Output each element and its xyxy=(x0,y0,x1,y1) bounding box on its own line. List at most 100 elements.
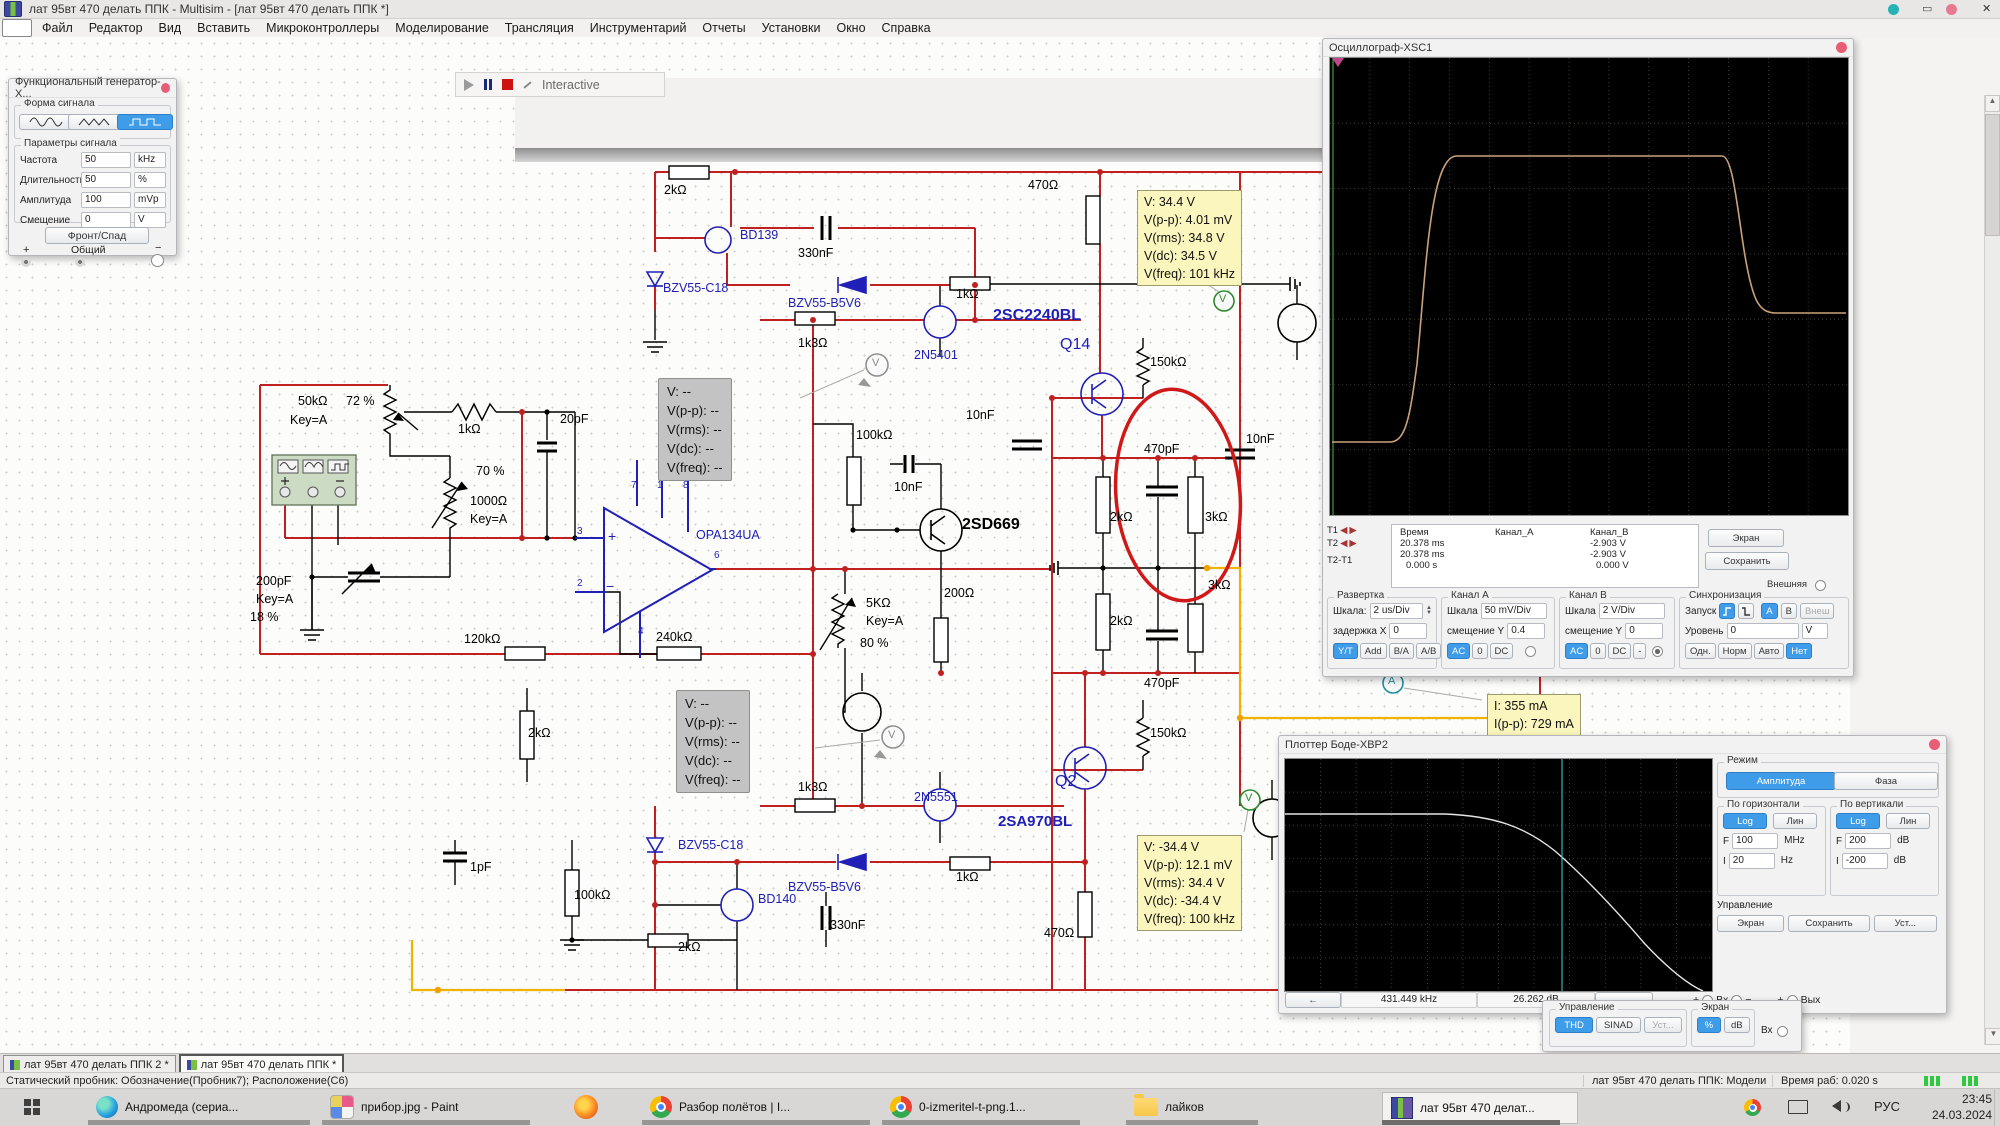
chb-dc-button[interactable]: DC xyxy=(1608,643,1632,659)
v-log-button[interactable]: Log xyxy=(1836,813,1880,829)
clock[interactable]: 23:45 24.03.2024 xyxy=(1918,1091,1992,1123)
run-button[interactable] xyxy=(464,79,474,91)
tray-chrome-icon[interactable] xyxy=(1744,1099,1761,1116)
tb-spinner[interactable]: ▲▼ xyxy=(1426,606,1432,616)
amplitude-unit[interactable]: mVp xyxy=(134,192,166,208)
v-i-unit[interactable]: dB xyxy=(1891,854,1921,868)
trigger-auto-button[interactable]: Авто xyxy=(1754,643,1785,659)
trigger-b-button[interactable]: B xyxy=(1781,603,1797,619)
duty-unit[interactable]: % xyxy=(134,172,166,188)
offset-unit[interactable]: V xyxy=(134,212,166,228)
freq-input[interactable]: 50 xyxy=(81,152,131,168)
cha-scale-input[interactable]: 50 mV/Div xyxy=(1481,603,1547,619)
trigger-ext-button[interactable]: Внеш xyxy=(1800,603,1835,619)
t1-left-icon[interactable]: ◀ xyxy=(1340,525,1347,536)
freq-unit[interactable]: kHz xyxy=(134,152,166,168)
amplitude-input[interactable]: 100 xyxy=(81,192,131,208)
v-i-input[interactable]: -200 xyxy=(1842,853,1888,869)
v-f-unit[interactable]: dB xyxy=(1894,834,1924,848)
trigger-level-unit[interactable]: V xyxy=(1802,623,1828,639)
triangle-wave-button[interactable] xyxy=(68,114,122,130)
function-generator-window[interactable]: Функциональный генератор-X... Форма сигн… xyxy=(8,78,177,256)
chb-minus-button[interactable]: - xyxy=(1633,643,1646,659)
h-f-unit[interactable]: MHz xyxy=(1781,834,1815,848)
sinad-button[interactable]: SINAD xyxy=(1596,1017,1641,1033)
plus-terminal[interactable] xyxy=(21,257,31,267)
taskbar-app-chrome-2[interactable]: 0-izmeritel-t-png.1... xyxy=(882,1092,1096,1122)
bode-save-button[interactable]: Сохранить xyxy=(1788,915,1869,932)
scope-save-button[interactable]: Сохранить xyxy=(1705,552,1789,570)
scope-screen-button[interactable]: Экран xyxy=(1708,529,1784,547)
v-f-input[interactable]: 200 xyxy=(1845,833,1891,849)
yt-button[interactable]: Y/T xyxy=(1333,643,1358,659)
cha-zero-button[interactable]: 0 xyxy=(1472,643,1487,659)
chb-ac-button[interactable]: AC xyxy=(1565,643,1588,659)
chb-zero-button[interactable]: 0 xyxy=(1590,643,1605,659)
bode-titlebar[interactable]: Плоттер Боде-XBP2 xyxy=(1279,736,1946,754)
offset-input[interactable]: 0 xyxy=(81,212,131,228)
thd-settings-button[interactable]: Уст... xyxy=(1644,1017,1682,1033)
tab-doc-2[interactable]: лат 95вт 470 делать ППК 2 * xyxy=(3,1055,176,1073)
cha-ac-button[interactable]: AC xyxy=(1447,643,1470,659)
trigger-level-input[interactable]: 0 xyxy=(1727,623,1799,639)
chb-offset-input[interactable]: 0 xyxy=(1625,623,1663,639)
trigger-single-button[interactable]: Одн. xyxy=(1685,643,1716,659)
ab-button[interactable]: A/B xyxy=(1416,643,1441,659)
cursor-left-button[interactable]: ← xyxy=(1285,992,1341,1008)
cha-terminal-radio[interactable] xyxy=(1525,646,1536,657)
close-icon[interactable] xyxy=(1836,42,1847,53)
tb-delay-input[interactable]: 0 xyxy=(1389,623,1427,639)
falling-edge-icon[interactable] xyxy=(1738,603,1754,619)
oscilloscope-window[interactable]: Осциллограф-XSC1 T1◀▶ T2◀▶ T2-T1 ВремяКа… xyxy=(1322,38,1854,677)
scrollbar-thumb[interactable] xyxy=(1985,114,2000,236)
oscilloscope-titlebar[interactable]: Осциллограф-XSC1 xyxy=(1323,39,1853,57)
ba-button[interactable]: B/A xyxy=(1389,643,1414,659)
volume-icon[interactable] xyxy=(1832,1100,1850,1115)
bode-screen-button[interactable]: Экран xyxy=(1717,915,1784,932)
scrollbar-down-icon[interactable]: ▼ xyxy=(1985,1028,2000,1045)
taskbar-app-edge[interactable]: Андромеда (сериа... xyxy=(88,1092,326,1122)
probe-readout-current[interactable]: I: 355 mA I(p-p): 729 mA xyxy=(1487,694,1581,736)
thd-in-terminal[interactable] xyxy=(1777,1026,1788,1037)
sine-wave-button[interactable] xyxy=(19,114,73,130)
h-i-unit[interactable]: Hz xyxy=(1778,854,1812,868)
square-wave-button[interactable] xyxy=(117,114,173,130)
trigger-a-button[interactable]: A xyxy=(1761,603,1777,619)
duty-input[interactable]: 50 xyxy=(81,172,131,188)
percent-button[interactable]: % xyxy=(1697,1017,1721,1033)
chb-scale-input[interactable]: 2 V/Div xyxy=(1599,603,1665,619)
rising-edge-icon[interactable] xyxy=(1719,603,1735,619)
taskbar-app-paint[interactable]: прибор.jpg - Paint xyxy=(322,1092,546,1122)
external-trigger-radio[interactable] xyxy=(1815,580,1826,591)
minus-terminal[interactable] xyxy=(151,254,164,267)
start-button[interactable] xyxy=(24,1099,40,1115)
cha-dc-button[interactable]: DC xyxy=(1490,643,1514,659)
v-lin-button[interactable]: Лин xyxy=(1886,813,1930,829)
tab-doc-1[interactable]: лат 95вт 470 делать ППК * xyxy=(179,1054,345,1073)
probe-readout-bottom[interactable]: V: -34.4 V V(p-p): 12.1 mV V(rms): 34.4 … xyxy=(1137,835,1242,931)
db-button[interactable]: dB xyxy=(1724,1017,1750,1033)
trigger-normal-button[interactable]: Норм xyxy=(1718,643,1752,659)
t2-right-icon[interactable]: ▶ xyxy=(1349,538,1356,549)
bode-plotter-window[interactable]: Плоттер Боде-XBP2 Режим Амплитуда Фаза П… xyxy=(1278,735,1947,1014)
trigger-none-button[interactable]: Нет xyxy=(1786,643,1812,659)
h-lin-button[interactable]: Лин xyxy=(1773,813,1817,829)
scrollbar-up-icon[interactable]: ▲ xyxy=(1985,95,2000,112)
stop-button[interactable] xyxy=(502,79,513,90)
chb-terminal-radio[interactable] xyxy=(1652,646,1663,657)
distortion-analyzer-panel[interactable]: Управление THD SINAD Уст... Экран % dB В… xyxy=(1542,1000,1802,1052)
vertical-scrollbar[interactable]: ▲ ▼ xyxy=(1984,95,2000,1045)
h-i-input[interactable]: 20 xyxy=(1729,853,1775,869)
h-f-input[interactable]: 100 xyxy=(1732,833,1778,849)
function-generator-titlebar[interactable]: Функциональный генератор-X... xyxy=(9,79,176,98)
taskbar-app-firefox[interactable] xyxy=(566,1092,634,1122)
close-icon[interactable] xyxy=(161,83,170,93)
h-log-button[interactable]: Log xyxy=(1723,813,1767,829)
probe-readout-top[interactable]: V: 34.4 V V(p-p): 4.01 mV V(rms): 34.8 V… xyxy=(1137,190,1242,286)
taskbar-app-chrome-1[interactable]: Разбор полётов | I... xyxy=(642,1092,886,1122)
pause-button[interactable] xyxy=(484,79,492,90)
t1-right-icon[interactable]: ▶ xyxy=(1349,525,1356,536)
t2-left-icon[interactable]: ◀ xyxy=(1340,538,1347,549)
probe-readout-gray-1[interactable]: V: -- V(p-p): -- V(rms): -- V(dc): -- V(… xyxy=(658,378,732,481)
tb-scale-input[interactable]: 2 us/Div xyxy=(1370,603,1424,619)
